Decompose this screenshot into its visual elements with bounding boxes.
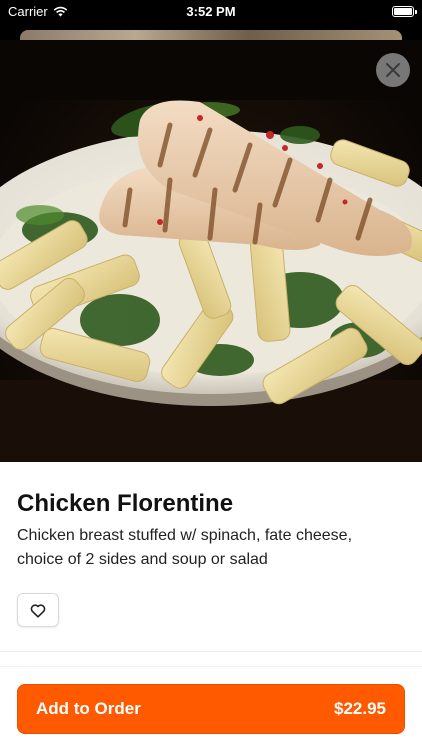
- status-bar: Carrier 3:52 PM: [0, 0, 422, 22]
- wifi-icon: [53, 6, 67, 16]
- carrier-label: Carrier: [8, 3, 48, 19]
- item-details: Chicken Florentine Chicken breast stuffe…: [0, 462, 422, 750]
- divider: [0, 666, 422, 667]
- item-title: Chicken Florentine: [17, 490, 234, 517]
- add-to-order-label: Add to Order: [36, 699, 141, 718]
- close-icon: [386, 63, 400, 77]
- heart-icon: [30, 603, 46, 618]
- battery-icon: [392, 5, 417, 17]
- close-button[interactable]: [376, 53, 410, 87]
- status-left: Carrier: [8, 4, 68, 19]
- favorite-button[interactable]: [17, 593, 59, 627]
- add-to-order-button[interactable]: Add to Order $22.95: [17, 684, 405, 734]
- dish-photo: [0, 40, 422, 462]
- order-price: $22.95: [334, 699, 386, 718]
- divider: [0, 651, 422, 652]
- dish-illustration: [0, 40, 422, 462]
- item-description: Chicken breast stuffed w/ spinach, fate …: [17, 527, 353, 568]
